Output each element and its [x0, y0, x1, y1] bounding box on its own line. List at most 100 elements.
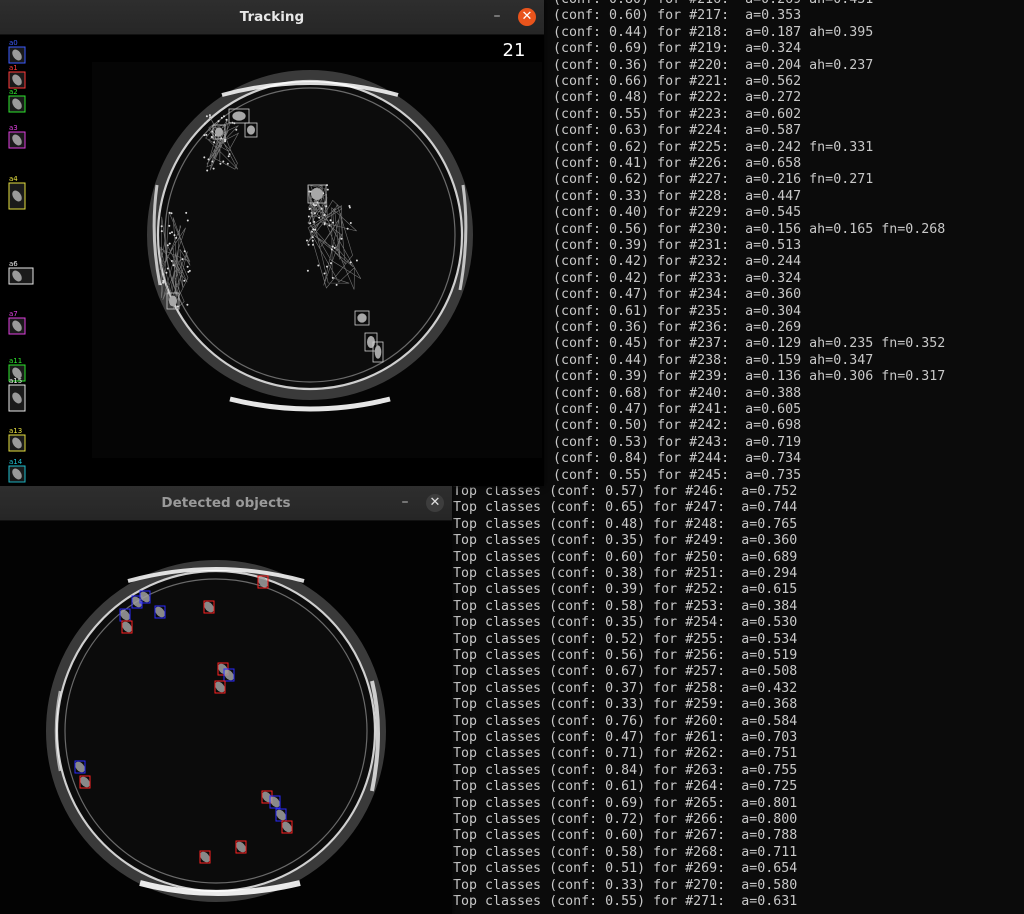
detection-view: [0, 521, 452, 914]
terminal-line: (conf: 0.68) for #240: a=0.388: [553, 385, 802, 401]
tracking-close-button[interactable]: ✕: [518, 8, 536, 26]
terminal-line: (conf: 0.45) for #237: a=0.129 ah=0.235 …: [553, 336, 946, 352]
trail-point: [307, 215, 310, 218]
detected-close-button[interactable]: ✕: [426, 494, 444, 512]
trail-point: [172, 264, 175, 267]
trail-point: [160, 230, 163, 233]
tracking-minimize-button[interactable]: –: [488, 8, 506, 26]
terminal-line: Top classes (conf: 0.52) for #255: a=0.5…: [453, 631, 798, 647]
trail-point: [205, 133, 208, 136]
track-id-label: a4: [9, 175, 18, 183]
trail-point: [186, 219, 189, 222]
trail-point: [211, 160, 214, 163]
trail-point: [308, 190, 311, 193]
trail-point: [307, 243, 310, 246]
trail-point: [311, 230, 313, 233]
trail-point: [349, 222, 352, 224]
trail-point: [346, 227, 349, 230]
trail-point: [162, 279, 165, 282]
terminal-line: (conf: 0.47) for #234: a=0.360: [553, 287, 802, 303]
trail-point: [323, 272, 326, 275]
trail-point: [217, 120, 220, 123]
trail-point: [330, 262, 332, 265]
trail-point: [311, 239, 314, 242]
terminal-line: Top classes (conf: 0.65) for #247: a=0.7…: [453, 500, 798, 516]
trail-point: [186, 303, 189, 306]
tracked-insect: [374, 345, 382, 359]
terminal-line: Top classes (conf: 0.60) for #267: a=0.7…: [453, 828, 798, 844]
terminal-line: (conf: 0.44) for #218: a=0.187 ah=0.395: [553, 24, 874, 40]
terminal-line: (conf: 0.80) for #216: a=0.269 ah=0.431: [553, 0, 873, 8]
trail-point: [318, 216, 321, 219]
trail-point: [208, 114, 211, 117]
track-id-label: a6: [9, 260, 18, 268]
terminal-line: (conf: 0.84) for #244: a=0.734: [553, 451, 802, 467]
terminal-line: (conf: 0.56) for #230: a=0.156 ah=0.165 …: [553, 221, 946, 237]
track-id-label: a0: [9, 39, 18, 47]
trail-point: [348, 206, 351, 209]
terminal-line: Top classes (conf: 0.33) for #270: a=0.5…: [453, 877, 798, 893]
terminal-line: (conf: 0.39) for #239: a=0.136 ah=0.306 …: [553, 369, 946, 385]
trail-point: [312, 243, 314, 246]
trail-point: [225, 118, 228, 121]
trail-point: [228, 153, 231, 156]
track-id-label: a14: [9, 458, 23, 466]
terminal-line: Top classes (conf: 0.51) for #269: a=0.6…: [453, 861, 798, 877]
trail-point: [169, 232, 171, 235]
terminal-line: Top classes (conf: 0.72) for #266: a=0.8…: [453, 812, 798, 827]
trail-point: [219, 162, 222, 165]
trail-point: [188, 269, 191, 272]
trail-point: [160, 225, 163, 228]
tracking-canvas: a0 a1 a2 a3 a4 a6 a7 a11 a15 a13 a14 21: [0, 35, 544, 486]
trail-point: [313, 220, 316, 223]
trail-point: [328, 224, 331, 227]
detected-titlebar[interactable]: Detected objects – ✕: [0, 486, 452, 521]
trail-point: [325, 205, 328, 208]
trail-point: [186, 265, 189, 268]
petri-dish-rim: [147, 70, 473, 400]
terminal-line: (conf: 0.62) for #225: a=0.242 fn=0.331: [553, 139, 874, 155]
terminal-line: Top classes (conf: 0.69) for #265: a=0.8…: [453, 795, 798, 811]
terminal-line: Top classes (conf: 0.67) for #257: a=0.5…: [453, 664, 798, 680]
terminal-line: (conf: 0.66) for #221: a=0.562: [553, 74, 802, 89]
terminal-line: (conf: 0.55) for #245: a=0.735: [553, 467, 802, 483]
trail-point: [220, 116, 223, 119]
trail-point: [222, 160, 225, 163]
trail-point: [333, 246, 336, 249]
trail-point: [335, 283, 338, 286]
terminal-line: (conf: 0.41) for #226: a=0.658: [553, 156, 802, 171]
tracked-insect: [311, 188, 323, 200]
terminal-line: (conf: 0.53) for #243: a=0.719: [553, 434, 802, 450]
terminal-line: Top classes (conf: 0.39) for #252: a=0.6…: [453, 582, 798, 598]
trail-point: [306, 239, 308, 242]
tracking-titlebar[interactable]: Tracking – ✕: [0, 0, 544, 35]
terminal-line: (conf: 0.63) for #224: a=0.587: [553, 123, 802, 139]
trail-point: [312, 228, 315, 231]
track-id-label: a1: [9, 64, 18, 72]
trail-point: [332, 221, 334, 224]
trail-point: [183, 279, 186, 282]
terminal-line: Top classes (conf: 0.58) for #268: a=0.7…: [453, 844, 798, 860]
tracking-window-title: Tracking: [239, 9, 305, 25]
terminal-line: Top classes (conf: 0.84) for #263: a=0.7…: [453, 762, 798, 778]
trail-point: [206, 169, 209, 172]
terminal-line: (conf: 0.42) for #232: a=0.244: [553, 254, 802, 270]
detected-objects-window: Detected objects – ✕: [0, 486, 452, 914]
trail-point: [176, 305, 179, 308]
terminal-line: Top classes (conf: 0.33) for #259: a=0.3…: [453, 697, 798, 713]
terminal-line: (conf: 0.55) for #223: a=0.602: [553, 106, 802, 122]
track-id-label: a7: [9, 310, 18, 318]
trail-point: [223, 115, 225, 118]
trail-point: [226, 162, 229, 165]
detected-minimize-button[interactable]: –: [396, 494, 414, 512]
trail-point: [306, 269, 309, 272]
trail-point: [235, 128, 238, 131]
trail-point: [309, 222, 312, 225]
trail-point: [165, 271, 168, 274]
trail-point: [170, 212, 173, 215]
terminal-line: (conf: 0.42) for #233: a=0.324: [553, 270, 802, 286]
terminal-line: (conf: 0.50) for #242: a=0.698: [553, 418, 802, 434]
trail-point: [210, 136, 213, 138]
tracked-insect: [169, 295, 177, 307]
trail-point: [159, 283, 162, 286]
